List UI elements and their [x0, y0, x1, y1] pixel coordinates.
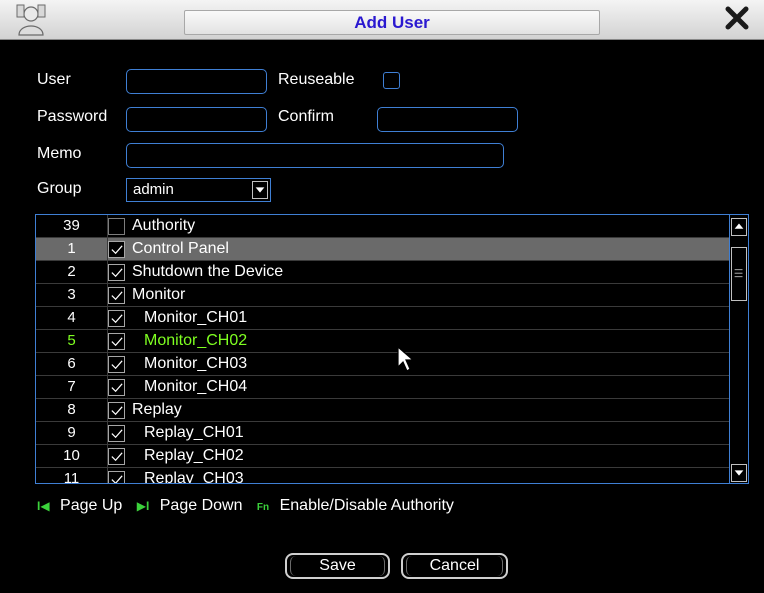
checkmark-icon	[111, 314, 123, 324]
authority-count: 39	[36, 215, 108, 238]
row-number: 9	[36, 422, 108, 445]
reuseable-label: Reuseable	[278, 71, 355, 88]
row-number: 11	[36, 468, 108, 483]
table-row[interactable]: 3 Monitor	[36, 284, 730, 307]
group-select[interactable]: admin	[126, 178, 271, 202]
authority-checkbox[interactable]	[108, 241, 125, 258]
authority-column-header: Authority	[132, 217, 196, 234]
authority-checkbox[interactable]	[108, 310, 125, 327]
checkmark-icon	[111, 268, 123, 278]
checkmark-icon	[111, 337, 123, 347]
page-down-icon: ▶I	[136, 499, 150, 513]
authority-label: Monitor	[132, 286, 186, 303]
user-icon	[16, 4, 46, 36]
page-up-hint: Page Up	[60, 497, 123, 514]
save-button-label: Save	[319, 557, 356, 574]
page-down-hint: Page Down	[159, 497, 243, 514]
authority-checkbox[interactable]	[108, 356, 125, 373]
scroll-down-icon[interactable]	[731, 464, 747, 482]
table-row[interactable]: 8 Replay	[36, 399, 730, 422]
scroll-thumb[interactable]	[731, 247, 747, 301]
row-number: 2	[36, 261, 108, 284]
authority-label: Replay_CH03	[144, 470, 244, 484]
checkmark-icon	[111, 245, 123, 255]
authority-label: Monitor_CH03	[144, 355, 248, 372]
authority-checkbox[interactable]	[108, 379, 125, 396]
title-bar: Add User	[0, 0, 764, 40]
select-all-checkbox[interactable]	[108, 218, 125, 235]
grip-icon	[734, 269, 743, 278]
group-select-value: admin	[133, 181, 174, 198]
close-icon[interactable]	[714, 1, 760, 37]
window-title: Add User	[184, 10, 600, 35]
row-number: 4	[36, 307, 108, 330]
table-row[interactable]: 10 Replay_CH02	[36, 445, 730, 468]
authority-table: 39 Authority 1 Control Panel 2 Shutdown the…	[35, 214, 749, 484]
authority-checkbox[interactable]	[108, 287, 125, 304]
checkmark-icon	[111, 406, 123, 416]
authority-checkbox[interactable]	[108, 425, 125, 442]
authority-label: Replay_CH01	[144, 424, 244, 441]
table-row[interactable]: 5 Monitor_CH02	[36, 330, 730, 353]
row-number: 10	[36, 445, 108, 468]
add-user-dialog: Add User User Reuseable Password Confirm…	[0, 0, 764, 593]
authority-label: Monitor_CH02	[144, 332, 248, 349]
row-number: 1	[36, 238, 108, 261]
memo-input[interactable]	[126, 143, 504, 168]
confirm-input[interactable]	[377, 107, 518, 132]
user-label: User	[37, 71, 71, 88]
page-up-icon: I◀	[37, 499, 50, 513]
password-input[interactable]	[126, 107, 267, 132]
row-number: 8	[36, 399, 108, 422]
password-label: Password	[37, 108, 108, 125]
authority-checkbox[interactable]	[108, 471, 125, 483]
row-number: 3	[36, 284, 108, 307]
table-row[interactable]: 1 Control Panel	[36, 238, 730, 261]
checkmark-icon	[111, 452, 123, 462]
checkmark-icon	[111, 383, 123, 393]
table-header: 39 Authority	[36, 215, 730, 238]
user-input[interactable]	[126, 69, 267, 94]
table-scrollbar[interactable]	[729, 215, 748, 483]
row-number: 6	[36, 353, 108, 376]
fn-hint: Enable/Disable Authority	[279, 497, 454, 514]
authority-label: Monitor_CH04	[144, 378, 248, 395]
hint-bar: I◀ Page Up ▶I Page Down Fn Enable/Disabl…	[37, 497, 454, 519]
memo-label: Memo	[37, 145, 82, 162]
authority-checkbox[interactable]	[108, 448, 125, 465]
table-row[interactable]: 4 Monitor_CH01	[36, 307, 730, 330]
confirm-label: Confirm	[278, 108, 335, 125]
authority-label: Shutdown the Device	[132, 263, 284, 280]
row-number: 7	[36, 376, 108, 399]
authority-label: Replay_CH02	[144, 447, 244, 464]
checkmark-icon	[111, 360, 123, 370]
fn-key-icon: Fn	[256, 502, 270, 513]
chevron-down-icon[interactable]	[252, 181, 268, 199]
checkmark-icon	[111, 291, 123, 301]
save-button[interactable]: Save	[285, 553, 390, 579]
row-number: 5	[36, 330, 108, 353]
checkmark-icon	[111, 429, 123, 439]
table-row[interactable]: 2 Shutdown the Device	[36, 261, 730, 284]
authority-checkbox[interactable]	[108, 264, 125, 281]
authority-checkbox[interactable]	[108, 402, 125, 419]
table-row[interactable]: 11 Replay_CH03	[36, 468, 730, 484]
cancel-button[interactable]: Cancel	[401, 553, 508, 579]
table-row[interactable]: 9 Replay_CH01	[36, 422, 730, 445]
cancel-button-label: Cancel	[429, 557, 480, 574]
mouse-pointer-icon	[397, 345, 415, 372]
group-label: Group	[37, 180, 82, 197]
authority-checkbox[interactable]	[108, 333, 125, 350]
checkmark-icon	[111, 475, 123, 483]
table-row[interactable]: 7 Monitor_CH04	[36, 376, 730, 399]
scroll-up-icon[interactable]	[731, 218, 747, 236]
authority-label: Replay	[132, 401, 182, 418]
reuseable-checkbox[interactable]	[383, 72, 400, 89]
authority-label: Monitor_CH01	[144, 309, 248, 326]
table-row[interactable]: 6 Monitor_CH03	[36, 353, 730, 376]
authority-label: Control Panel	[132, 240, 229, 257]
